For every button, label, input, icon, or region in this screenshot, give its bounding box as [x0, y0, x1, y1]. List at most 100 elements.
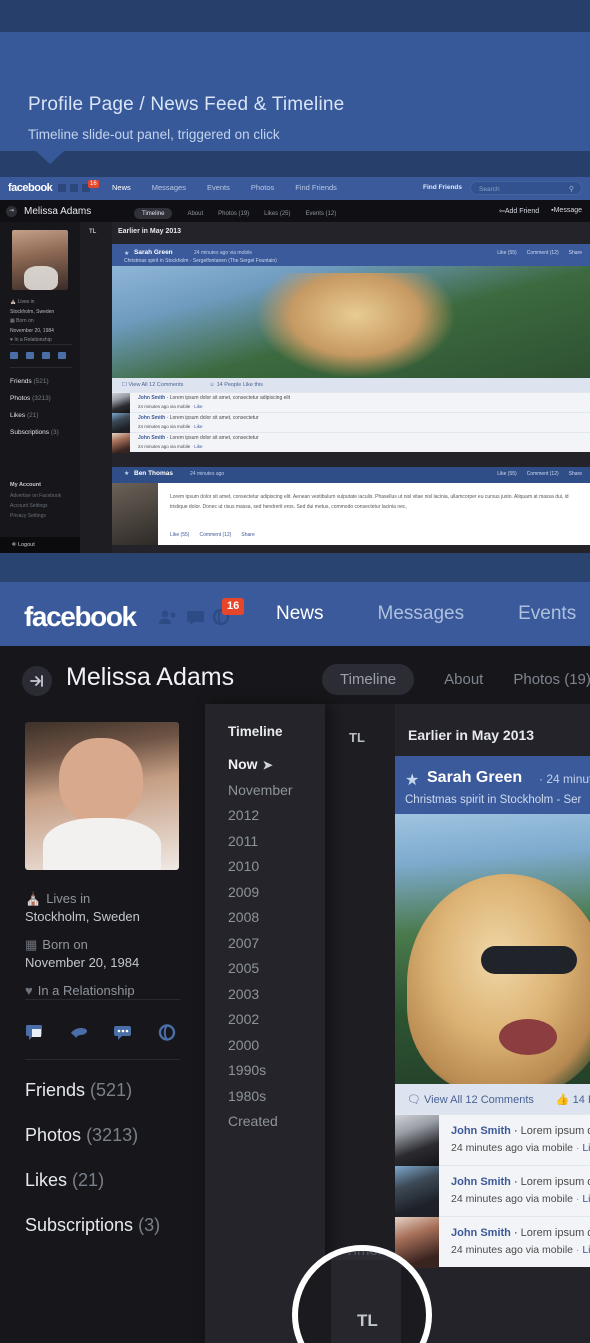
post-body-actions[interactable]: Like (55) Comment (12) Share — [170, 532, 255, 538]
sidebar-item-photos[interactable]: Photos (3213) — [25, 1125, 160, 1146]
comment-author[interactable]: John Smith — [451, 1125, 511, 1137]
nav-link-events[interactable]: Events — [518, 603, 576, 625]
post-actions[interactable]: Like (55) Comment (12) Share — [497, 471, 582, 477]
comment-button[interactable]: Comment (12) — [527, 471, 559, 477]
mini-nav-links[interactable]: News Messages Events Photos Find Friends — [112, 183, 337, 192]
timeline-item-2010[interactable]: 2010 — [228, 859, 293, 873]
tab-photos[interactable]: Photos (19) — [513, 671, 590, 688]
post-author[interactable]: Ben Thomas — [134, 470, 173, 477]
comment-bar[interactable]: ☐ View All 12 Comments ☺ 14 People Like … — [112, 378, 590, 392]
post-photo[interactable] — [395, 814, 590, 1084]
stat-friends[interactable]: Friends (521) — [10, 374, 59, 391]
messages-icon[interactable] — [186, 609, 204, 625]
post-author[interactable]: Sarah Green — [427, 769, 522, 787]
timeline-item-1990s[interactable]: 1990s — [228, 1063, 293, 1077]
comment-author[interactable]: John Smith — [138, 435, 165, 441]
timeline-item-2009[interactable]: 2009 — [228, 885, 293, 899]
tab-likes[interactable]: Likes (25) — [264, 211, 290, 217]
globe-icon[interactable] — [157, 1024, 177, 1046]
message-icon[interactable] — [10, 352, 18, 359]
nav-links[interactable]: News Messages Events — [276, 603, 576, 625]
nav-link-messages[interactable]: Messages — [378, 603, 465, 625]
timeline-item-1980s[interactable]: 1980s — [228, 1089, 293, 1103]
share-button[interactable]: Share — [241, 532, 254, 538]
nav-link-find-friends[interactable]: Find Friends — [295, 183, 337, 192]
nav-link-news[interactable]: News — [276, 603, 324, 625]
mini-profile-actions[interactable]: ⇦Add Friend ▪Message — [499, 207, 582, 215]
mini-stats[interactable]: Friends (521) Photos (3213) Likes (21) S… — [10, 374, 59, 442]
comment-like-button[interactable]: Like — [194, 444, 202, 449]
timeline-item-2011[interactable]: 2011 — [228, 834, 293, 848]
comment-button[interactable]: Comment (12) — [199, 532, 231, 538]
tab-timeline[interactable]: Timeline — [134, 208, 173, 219]
comment-author[interactable]: John Smith — [138, 415, 165, 421]
stat-subscriptions[interactable]: Subscriptions (3) — [10, 425, 59, 442]
add-friend-button[interactable]: ⇦Add Friend — [499, 207, 539, 215]
account-link-settings[interactable]: Account Settings — [10, 501, 61, 511]
messages-icon[interactable] — [70, 184, 78, 192]
friends-icon[interactable] — [158, 609, 176, 624]
tab-about[interactable]: About — [444, 671, 483, 688]
comment-author[interactable]: John Smith — [138, 395, 165, 401]
timeline-item-2002[interactable]: 2002 — [228, 1012, 293, 1026]
star-icon[interactable]: ★ — [124, 250, 129, 257]
comment-author[interactable]: John Smith — [451, 1227, 511, 1239]
like-button[interactable]: Like (55) — [497, 471, 516, 477]
sidebar-item-friends[interactable]: Friends (521) — [25, 1080, 160, 1101]
comment-button[interactable]: Comment (12) — [527, 250, 559, 256]
notification-badge[interactable]: 16 — [88, 180, 99, 188]
post-actions[interactable]: Like (55) Comment (12) Share — [497, 250, 582, 256]
logo[interactable]: facebook — [24, 601, 137, 633]
comment-like-button[interactable]: Like — [194, 404, 202, 409]
mini-nav-icons[interactable] — [58, 184, 90, 192]
share-button[interactable]: Share — [569, 471, 582, 477]
view-all-comments-button[interactable]: 🗨 View All 12 Comments — [407, 1093, 534, 1106]
account-link-advertise[interactable]: Advertise on Facebook — [10, 491, 61, 501]
tab-photos[interactable]: Photos (19) — [218, 211, 249, 217]
message-icon[interactable] — [25, 1024, 45, 1046]
chat-icon[interactable] — [113, 1024, 133, 1046]
mini-icon-row[interactable] — [10, 352, 66, 359]
timeline-item-2005[interactable]: 2005 — [228, 961, 293, 975]
stat-likes[interactable]: Likes (21) — [10, 408, 59, 425]
back-arrow-icon[interactable] — [22, 666, 52, 696]
nav-link-photos[interactable]: Photos — [251, 183, 274, 192]
find-friends-link[interactable]: Find Friends — [423, 184, 462, 191]
timeline-item-2008[interactable]: 2008 — [228, 910, 293, 924]
star-icon[interactable]: ★ — [405, 770, 419, 790]
nav-link-messages[interactable]: Messages — [152, 183, 186, 192]
tab-about[interactable]: About — [187, 211, 203, 217]
timeline-item-november[interactable]: November — [228, 783, 293, 797]
comment-author[interactable]: John Smith — [451, 1176, 511, 1188]
tab-timeline[interactable]: Timeline — [322, 664, 415, 695]
friends-icon[interactable] — [58, 184, 66, 192]
nav-link-events[interactable]: Events — [207, 183, 230, 192]
poke-icon[interactable] — [69, 1024, 89, 1046]
mini-profile-tabs[interactable]: Timeline About Photos (19) Likes (25) Ev… — [134, 208, 336, 219]
logout-button[interactable]: ⎆ Logout — [0, 537, 80, 553]
timeline-item-created[interactable]: Created — [228, 1114, 293, 1128]
comment-like-button[interactable]: Like — [582, 1193, 590, 1205]
comment-like-button[interactable]: Like — [194, 424, 202, 429]
mini-logo[interactable]: facebook — [8, 182, 53, 194]
timeline-item-2000[interactable]: 2000 — [228, 1038, 293, 1052]
action-icon-row[interactable] — [25, 1024, 177, 1046]
sidebar-stats[interactable]: Friends (521) Photos (3213) Likes (21) S… — [25, 1080, 160, 1260]
sidebar-item-likes[interactable]: Likes (21) — [25, 1170, 160, 1191]
stat-photos[interactable]: Photos (3213) — [10, 391, 59, 408]
like-button[interactable]: Like (55) — [170, 532, 189, 538]
notification-badge[interactable]: 16 — [222, 598, 245, 615]
timeline-item-2012[interactable]: 2012 — [228, 808, 293, 822]
avatar[interactable] — [25, 722, 179, 870]
globe-icon[interactable] — [58, 352, 66, 359]
post-photo[interactable] — [112, 266, 590, 378]
comment-bar[interactable]: 🗨 View All 12 Comments 👍 14 People Like … — [395, 1084, 590, 1114]
timeline-item-2007[interactable]: 2007 — [228, 936, 293, 950]
timeline-toggle-label[interactable]: TL — [349, 730, 365, 745]
chat-icon[interactable] — [42, 352, 50, 359]
timeline-toggle-label[interactable]: TL — [89, 229, 96, 235]
account-link-privacy[interactable]: Privacy Settings — [10, 511, 61, 521]
star-icon[interactable]: ★ — [124, 470, 129, 477]
view-all-comments-button[interactable]: ☐ View All 12 Comments — [122, 382, 183, 388]
profile-tabs[interactable]: Timeline About Photos (19) — [322, 664, 590, 695]
